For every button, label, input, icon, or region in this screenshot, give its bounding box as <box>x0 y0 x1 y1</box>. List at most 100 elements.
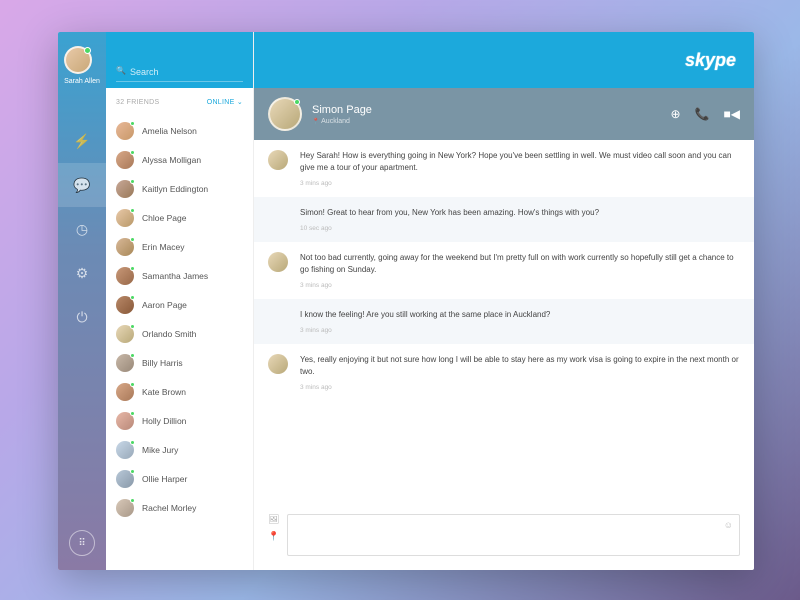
friend-name: Aaron Page <box>142 300 187 310</box>
search-input[interactable] <box>116 63 243 82</box>
friends-header: 32 FRIENDS ONLINE <box>106 88 253 116</box>
message-incoming: Hey Sarah! How is everything going in Ne… <box>254 140 754 197</box>
friend-avatar <box>116 325 134 343</box>
friend-name: Holly Dillion <box>142 416 186 426</box>
friend-name: Kaitlyn Eddington <box>142 184 208 194</box>
friend-status-dot <box>130 179 135 184</box>
friend-status-dot <box>130 382 135 387</box>
compose-attachments: 🖼 📍 <box>268 514 279 542</box>
compose-input[interactable]: ☺ <box>287 514 740 556</box>
message-incoming: Not too bad currently, going away for th… <box>254 242 754 299</box>
friend-item[interactable]: Erin Macey <box>106 232 253 261</box>
dialpad-button[interactable]: ⠿ <box>69 530 95 556</box>
message-text: I know the feeling! Are you still workin… <box>300 309 740 321</box>
message-outgoing: I know the feeling! Are you still workin… <box>254 299 754 344</box>
message-time: 3 mins ago <box>300 384 740 391</box>
location-attach-icon[interactable]: 📍 <box>268 531 279 542</box>
message-text: Yes, really enjoying it but not sure how… <box>300 354 740 378</box>
friend-item[interactable]: Holly Dillion <box>106 406 253 435</box>
friend-status-dot <box>130 266 135 271</box>
contact-header: Simon Page Auckland ⊕ 📞 ■◀ <box>254 88 754 140</box>
friend-item[interactable]: Mike Jury <box>106 435 253 464</box>
friend-item[interactable]: Amelia Nelson <box>106 116 253 145</box>
message-text: Simon! Great to hear from you, New York … <box>300 207 740 219</box>
friend-item[interactable]: Billy Harris <box>106 348 253 377</box>
nav-footer: ⠿ <box>69 530 95 570</box>
chat-panel: skype Simon Page Auckland ⊕ 📞 ■◀ Hey Sar… <box>254 32 754 570</box>
nav-settings[interactable]: ⚙ <box>58 251 106 295</box>
friend-status-dot <box>130 150 135 155</box>
friend-item[interactable]: Ollie Harper <box>106 464 253 493</box>
app-window: Sarah Allen ⚡ 💬 ◷ ⚙ ⏻ ⠿ 🔍 32 FRIENDS ONL… <box>58 32 754 570</box>
friend-avatar <box>116 209 134 227</box>
clock-icon: ◷ <box>74 221 90 237</box>
messages-list: Hey Sarah! How is everything going in Ne… <box>254 140 754 506</box>
brand-header: skype <box>254 32 754 88</box>
profile-block[interactable]: Sarah Allen <box>64 42 100 99</box>
image-attach-icon[interactable]: 🖼 <box>268 514 279 525</box>
contact-avatar[interactable] <box>268 97 302 131</box>
bolt-icon: ⚡ <box>74 133 90 149</box>
friend-avatar <box>116 296 134 314</box>
friend-item[interactable]: Aaron Page <box>106 290 253 319</box>
online-filter[interactable]: ONLINE <box>207 98 243 106</box>
user-name: Sarah Allen <box>64 78 100 85</box>
friend-name: Billy Harris <box>142 358 183 368</box>
friend-item[interactable]: Alyssa Molligan <box>106 145 253 174</box>
video-call-button[interactable]: ■◀ <box>724 107 740 121</box>
message-time: 10 sec ago <box>300 225 740 232</box>
message-avatar <box>268 150 288 170</box>
friend-name: Kate Brown <box>142 387 186 397</box>
friend-status-dot <box>130 440 135 445</box>
emoji-icon[interactable]: ☺ <box>724 520 733 530</box>
contact-name: Simon Page <box>312 104 671 116</box>
friend-item[interactable]: Kaitlyn Eddington <box>106 174 253 203</box>
search-icon: 🔍 <box>116 66 126 75</box>
dialpad-icon: ⠿ <box>78 538 85 549</box>
chat-icon: 💬 <box>74 177 90 193</box>
friend-name: Samantha James <box>142 271 208 281</box>
nav-sidebar: Sarah Allen ⚡ 💬 ◷ ⚙ ⏻ ⠿ <box>58 32 106 570</box>
call-button[interactable]: 📞 <box>695 107 710 121</box>
friend-avatar <box>116 383 134 401</box>
nav-activity[interactable]: ⚡ <box>58 119 106 163</box>
friend-item[interactable]: Samantha James <box>106 261 253 290</box>
friend-avatar <box>116 151 134 169</box>
nav-power[interactable]: ⏻ <box>58 295 106 339</box>
message-time: 3 mins ago <box>300 282 740 289</box>
friend-item[interactable]: Rachel Morley <box>106 493 253 522</box>
friend-avatar <box>116 499 134 517</box>
friend-item[interactable]: Chloe Page <box>106 203 253 232</box>
friend-status-dot <box>130 353 135 358</box>
friend-status-dot <box>130 121 135 126</box>
message-outgoing: Simon! Great to hear from you, New York … <box>254 197 754 242</box>
friend-avatar <box>116 238 134 256</box>
user-status-dot <box>84 47 91 54</box>
friend-avatar <box>116 267 134 285</box>
friend-status-dot <box>130 324 135 329</box>
friends-count: 32 FRIENDS <box>116 99 159 106</box>
friend-name: Alyssa Molligan <box>142 155 201 165</box>
nav-items: ⚡ 💬 ◷ ⚙ ⏻ <box>58 99 106 530</box>
friend-name: Ollie Harper <box>142 474 187 484</box>
message-text: Not too bad currently, going away for th… <box>300 252 740 276</box>
skype-logo: skype <box>685 50 736 71</box>
friend-status-dot <box>130 411 135 416</box>
message-time: 3 mins ago <box>300 327 740 334</box>
nav-chats[interactable]: 💬 <box>58 163 106 207</box>
friend-status-dot <box>130 469 135 474</box>
friend-item[interactable]: Orlando Smith <box>106 319 253 348</box>
search-bar: 🔍 <box>106 32 253 88</box>
add-user-button[interactable]: ⊕ <box>671 107 681 121</box>
friend-avatar <box>116 122 134 140</box>
contact-location: Auckland <box>312 118 671 125</box>
friend-status-dot <box>130 237 135 242</box>
contact-info: Simon Page Auckland <box>312 104 671 125</box>
friend-name: Rachel Morley <box>142 503 196 513</box>
nav-recent[interactable]: ◷ <box>58 207 106 251</box>
friend-item[interactable]: Kate Brown <box>106 377 253 406</box>
contacts-panel: 🔍 32 FRIENDS ONLINE Amelia Nelson Alyssa … <box>106 32 254 570</box>
friend-status-dot <box>130 208 135 213</box>
user-avatar[interactable] <box>64 46 92 74</box>
friend-name: Orlando Smith <box>142 329 196 339</box>
